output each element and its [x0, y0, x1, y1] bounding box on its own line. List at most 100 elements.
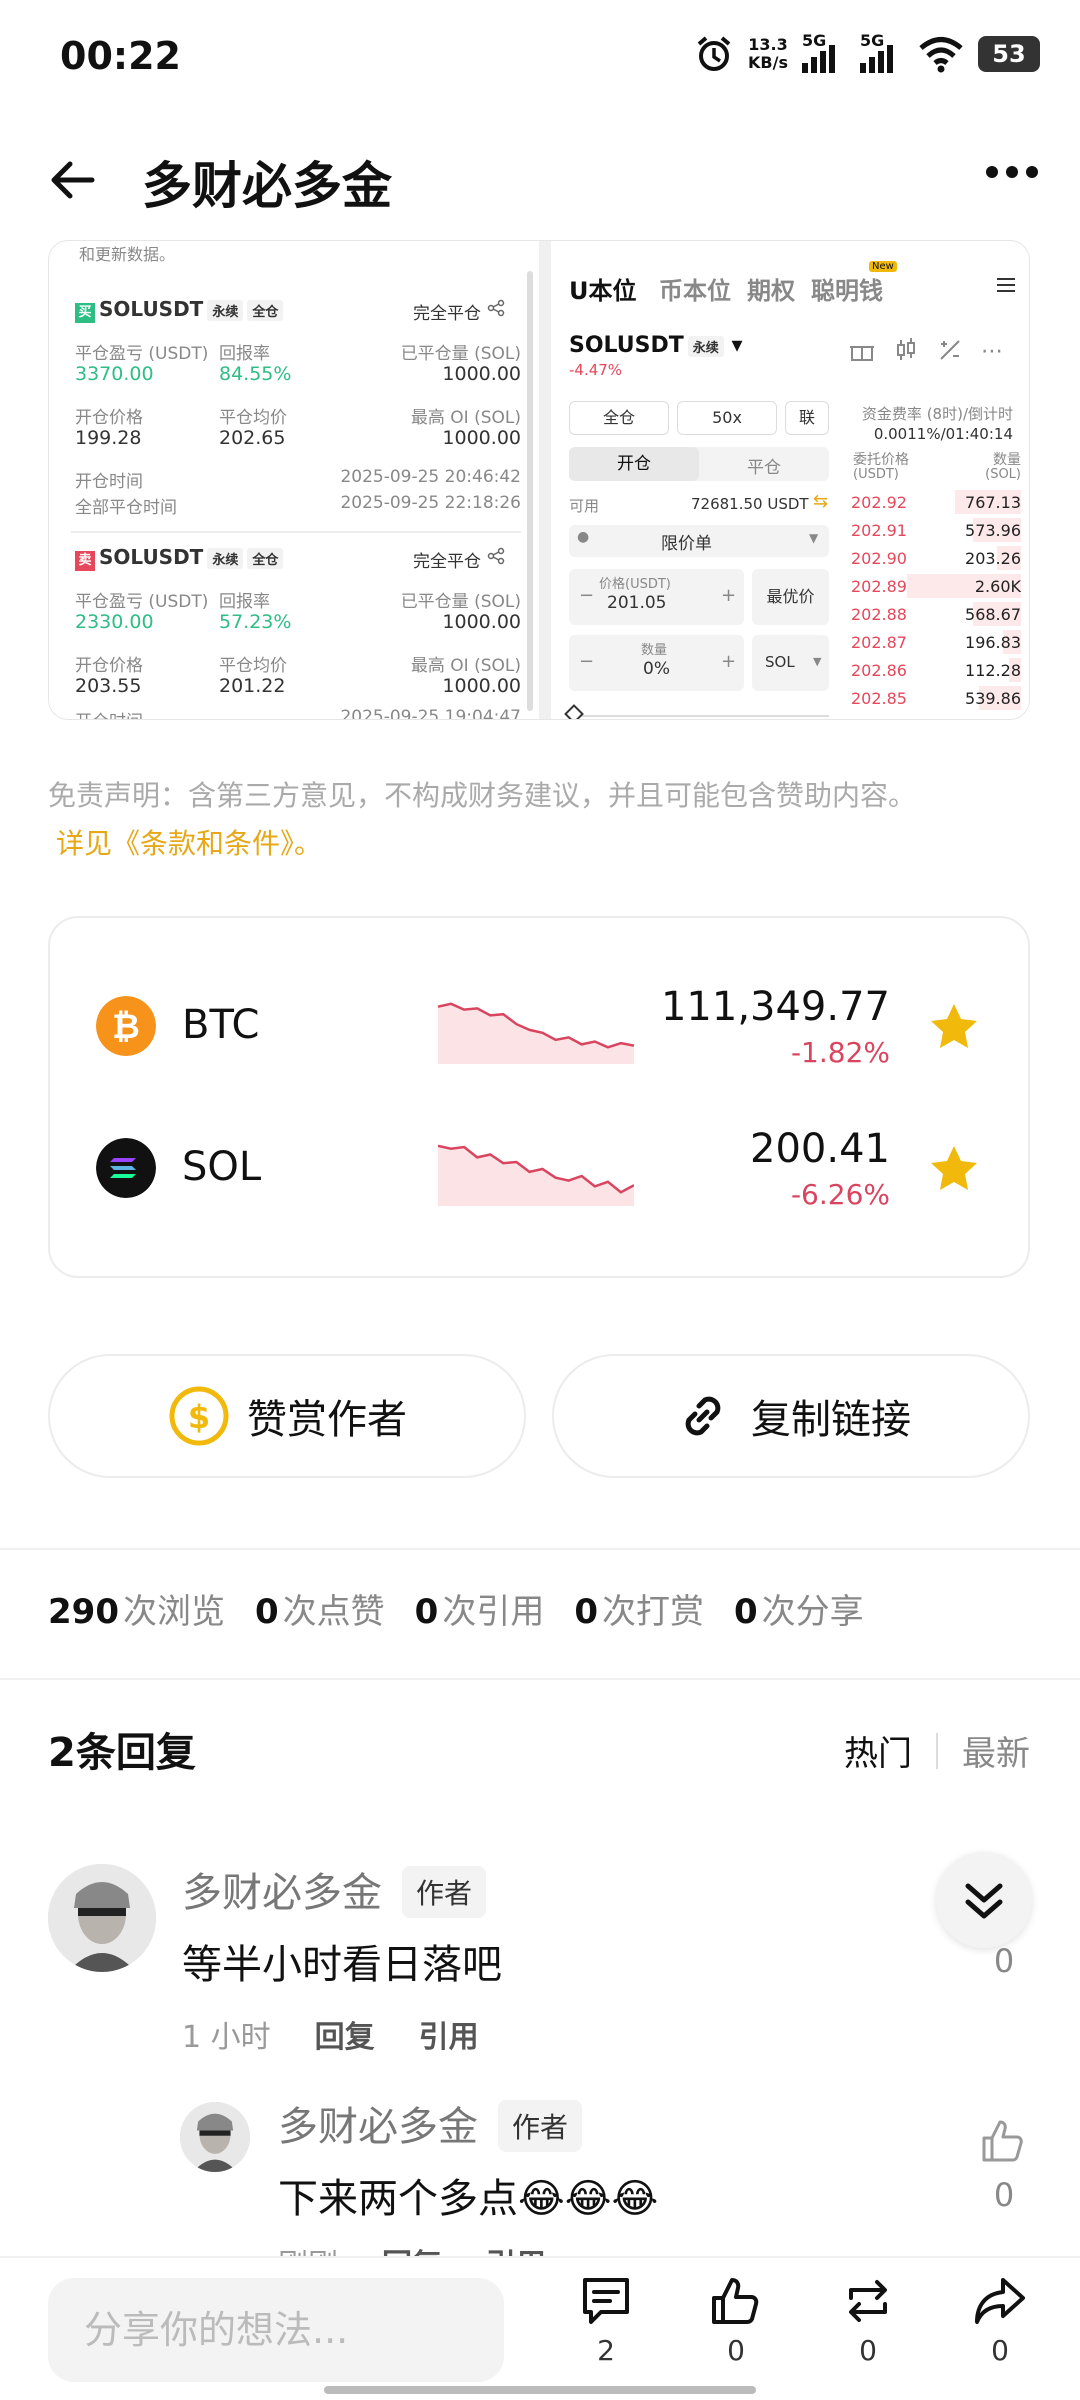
coins-card: ₿ BTC 111,349.77 -1.82% SOL 200.41 -6.26…: [48, 916, 1030, 1278]
share-button[interactable]: 0: [960, 2272, 1040, 2367]
open-time-label: 开仓时间: [75, 707, 143, 719]
stat-count: 290: [48, 1592, 119, 1632]
svg-text:₿: ₿: [112, 1007, 140, 1047]
qty-slider[interactable]: [573, 715, 829, 717]
net-speed: 13.3 KB/s: [748, 36, 788, 72]
quote-button[interactable]: 引用: [419, 2020, 479, 2055]
coin-sparkline: [438, 1144, 634, 1206]
home-indicator[interactable]: [324, 2386, 756, 2394]
margin-mode-button[interactable]: 全仓: [569, 401, 669, 435]
reply-button[interactable]: 回复: [315, 2020, 375, 2055]
comment-input[interactable]: 分享你的想法...: [48, 2278, 504, 2382]
net-speed-unit: KB/s: [748, 53, 788, 72]
post-image[interactable]: 和更新数据。 买 SOLUSDT 永续 全仓 完全平仓 平仓盈亏 (USDT) 337…: [48, 240, 1030, 720]
open-time-value: 2025-09-25 19:04:47: [340, 707, 521, 720]
comment-author[interactable]: 多财必多金: [182, 1860, 382, 1918]
margin-tag: 全仓: [247, 548, 284, 569]
trade-panel: U本位 币本位 期权 聪明钱 New SOLUSDT 永续 ▾ -4.47% ⋯ …: [551, 241, 1029, 719]
leverage-button[interactable]: 50x: [677, 401, 777, 435]
share-icon[interactable]: [487, 547, 505, 565]
scroll-to-bottom-button[interactable]: [936, 1852, 1032, 1948]
arrow-left-icon[interactable]: [44, 150, 104, 210]
thumbs-up-icon[interactable]: [978, 2116, 1028, 2166]
replies-sort: 热门 最新: [844, 1726, 1030, 1775]
best-price-button[interactable]: 最优价: [752, 569, 829, 625]
share-icon[interactable]: [487, 299, 505, 317]
terms-link[interactable]: 详见《条款和条件》。: [56, 820, 322, 868]
image-divider: [539, 241, 551, 719]
trade-symbol[interactable]: SOLUSDT 永续 ▾: [569, 333, 742, 358]
order-book-price: 202.85: [851, 689, 907, 708]
transfer-icon[interactable]: ⇆: [813, 491, 828, 512]
minus-icon[interactable]: −: [579, 585, 594, 606]
scrollbar[interactable]: [527, 271, 533, 711]
candlestick-icon[interactable]: [893, 337, 919, 363]
open-price-label: 开仓价格: [75, 408, 143, 428]
status-time: 00:22: [60, 34, 181, 78]
avatar-image: [180, 2102, 250, 2172]
open-price-label: 开仓价格: [75, 656, 143, 676]
shares-count: 0: [991, 2334, 1009, 2367]
available-label: 可用: [569, 497, 600, 515]
tab-usdm[interactable]: U本位: [569, 271, 637, 306]
comments-button[interactable]: 2: [566, 2272, 646, 2367]
link-icon: [685, 1396, 721, 1436]
max-oi-value: 1000.00: [442, 427, 521, 449]
coin-row-sol[interactable]: SOL 200.41 -6.26%: [50, 1108, 1032, 1228]
plus-icon[interactable]: +: [721, 651, 736, 672]
minus-icon[interactable]: −: [579, 651, 594, 672]
sort-separator: [936, 1732, 938, 1769]
more-dots-icon[interactable]: [986, 166, 1038, 178]
top-note: 和更新数据。: [79, 245, 176, 264]
avatar[interactable]: [48, 1864, 156, 1972]
page-title: 多财必多金: [142, 157, 392, 215]
comment-author[interactable]: 多财必多金: [278, 2094, 478, 2152]
position-card-1-header: 买 SOLUSDT 永续 全仓: [75, 297, 284, 323]
coin-change: -6.26%: [790, 1178, 890, 1211]
avatar[interactable]: [180, 2102, 250, 2172]
qty-value: 0%: [643, 659, 670, 679]
menu-icon[interactable]: [997, 277, 1015, 293]
tip-author-label: 赞赏作者: [247, 1397, 407, 1443]
coin-change: -1.82%: [790, 1036, 890, 1069]
like-button[interactable]: 0: [696, 2272, 776, 2367]
calculator-icon[interactable]: [937, 337, 963, 363]
plus-icon[interactable]: +: [721, 585, 736, 606]
star-icon[interactable]: [926, 1142, 982, 1198]
tab-coinm[interactable]: 币本位: [659, 271, 731, 306]
close-tab[interactable]: 平仓: [747, 453, 781, 478]
tab-smart-money[interactable]: 聪明钱: [811, 271, 883, 306]
sort-hot-tab[interactable]: 热门: [844, 1726, 912, 1775]
tab-options[interactable]: 期权: [747, 271, 795, 306]
slider-handle[interactable]: [564, 704, 584, 719]
star-icon[interactable]: [926, 1000, 982, 1056]
share-arrow-icon: [975, 2278, 1025, 2324]
more-options-icon[interactable]: ⋯: [981, 339, 1005, 364]
comment-meta: 1 小时 回复 引用: [182, 2012, 479, 2056]
extra-button[interactable]: 联: [785, 401, 829, 435]
sort-new-tab[interactable]: 最新: [962, 1726, 1030, 1775]
coin-row-btc[interactable]: ₿ BTC 111,349.77 -1.82%: [50, 966, 1032, 1086]
avg-close-label: 平仓均价: [219, 656, 287, 676]
open-tab[interactable]: 开仓: [569, 447, 699, 481]
coin-symbol: SOL: [182, 1144, 262, 1190]
comment-like-count: 0: [993, 2176, 1015, 2214]
gift-icon[interactable]: [849, 337, 875, 363]
thumbs-up-icon: [712, 2278, 759, 2324]
wifi-icon: [919, 37, 963, 73]
order-book-qty: 2.60K: [974, 577, 1021, 596]
bottom-bar: 分享你的想法... 2 0 0 0: [0, 2256, 1080, 2400]
tip-author-button[interactable]: $ 赞赏作者: [48, 1354, 526, 1478]
repost-button[interactable]: 0: [828, 2272, 908, 2367]
open-price-value: 199.28: [75, 427, 142, 449]
disclaimer-text: 免责声明：含第三方意见，不构成财务建议，并且可能包含赞助内容。: [48, 779, 917, 812]
ob-qty-unit: (SOL): [985, 467, 1021, 482]
order-book-price: 202.92: [851, 493, 907, 512]
copy-link-button[interactable]: 复制链接: [552, 1354, 1030, 1478]
order-book-price: 202.91: [851, 521, 907, 540]
close-time-label: 全部平仓时间: [75, 498, 177, 518]
stat-quotes: 0 次引用: [415, 1584, 545, 1633]
sim2-label: 5G: [860, 31, 885, 50]
stat-count: 0: [254, 1592, 279, 1632]
comments-count: 2: [597, 2334, 615, 2367]
